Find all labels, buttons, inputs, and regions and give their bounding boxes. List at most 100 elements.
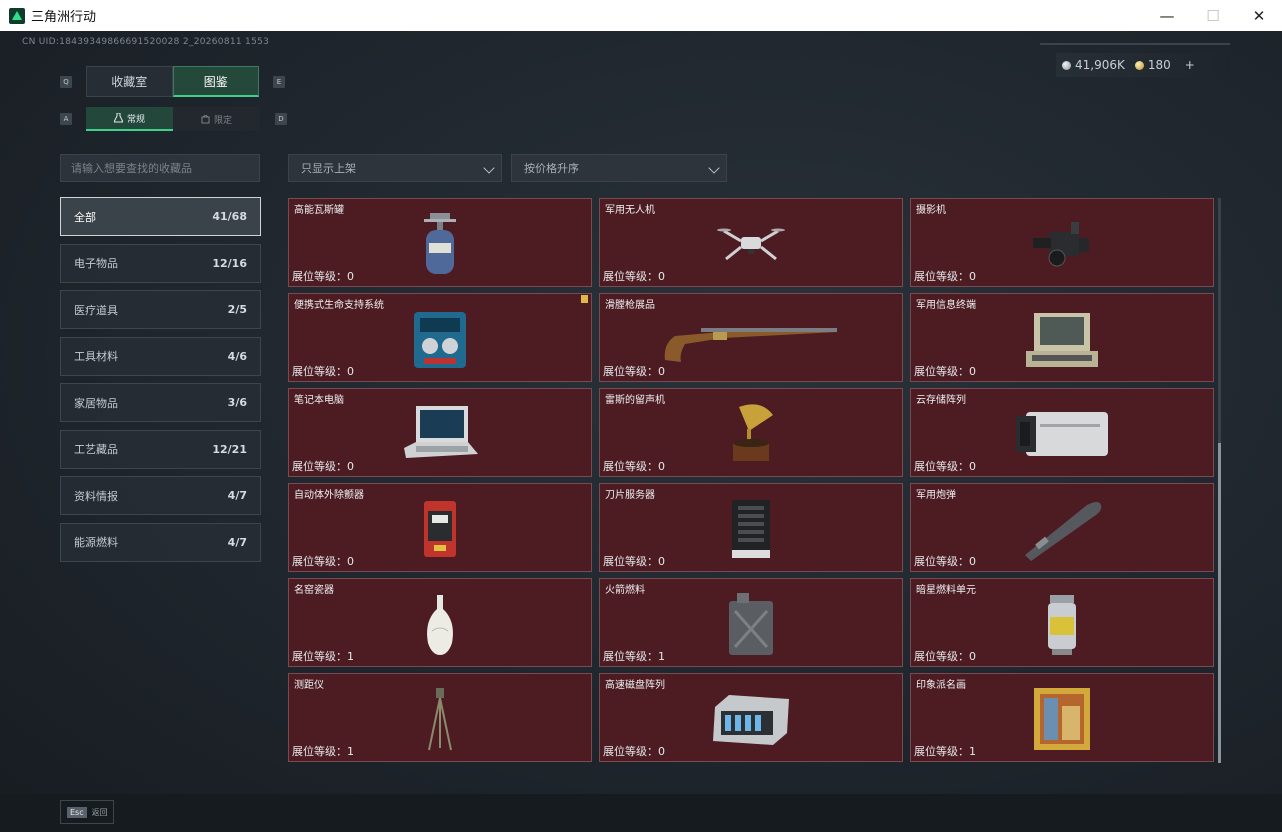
category-label: 能源燃料 — [74, 536, 118, 549]
category-intel[interactable]: 资料情报 4/7 — [60, 476, 261, 515]
category-medical[interactable]: 医疗道具 2/5 — [60, 290, 261, 329]
add-currency-button[interactable]: + — [1185, 58, 1195, 72]
item-name: 高能瓦斯罐 — [294, 205, 344, 216]
item-name: 笔记本电脑 — [294, 395, 344, 406]
item-level: 展位等级：0 — [603, 745, 665, 758]
item-name: 滑膛枪展品 — [605, 300, 655, 311]
item-card[interactable]: 高能瓦斯罐 展位等级：0 — [288, 198, 592, 287]
item-level: 展位等级：0 — [914, 650, 976, 663]
item-card[interactable]: 摄影机 展位等级：0 — [910, 198, 1214, 287]
gramophone-icon — [706, 399, 796, 469]
item-level: 展位等级：0 — [292, 460, 354, 473]
category-all[interactable]: 全部 41/68 — [60, 197, 261, 236]
item-card[interactable]: 自动体外除颤器 展位等级：0 — [288, 483, 592, 572]
item-name: 名窑瓷器 — [294, 585, 334, 596]
key-hint-a: A — [60, 113, 72, 125]
item-level: 展位等级：0 — [292, 555, 354, 568]
category-label: 家居物品 — [74, 396, 118, 410]
item-level: 展位等级：0 — [603, 460, 665, 473]
item-name: 刀片服务器 — [605, 490, 655, 501]
sub-tabs: 常规 限定 — [86, 107, 260, 131]
silver-coin-icon — [1062, 61, 1071, 70]
tab-regular[interactable]: 常规 — [86, 107, 173, 131]
sort-dropdown[interactable]: 按价格升序 — [511, 154, 727, 182]
gold-amount: 180 — [1147, 58, 1171, 72]
item-card[interactable]: 刀片服务器 展位等级：0 — [599, 483, 903, 572]
item-level: 展位等级：1 — [292, 745, 354, 758]
item-card[interactable]: 测距仪 展位等级：1 — [288, 673, 592, 762]
item-level: 展位等级：0 — [914, 460, 976, 473]
window-title: 三角洲行动 — [31, 10, 97, 25]
item-level: 展位等级：1 — [292, 650, 354, 663]
warning-badge-icon — [581, 295, 588, 303]
gold-currency: 180 — [1134, 58, 1171, 72]
item-level: 展位等级：0 — [914, 555, 976, 568]
category-count: 3/6 — [227, 396, 247, 409]
server-icon — [706, 494, 796, 564]
item-card[interactable]: 名窑瓷器 展位等级：1 — [288, 578, 592, 667]
item-name: 军用炮弹 — [916, 490, 956, 501]
category-count: 2/5 — [227, 303, 247, 316]
category-count: 4/6 — [227, 349, 247, 363]
life-support-icon — [395, 304, 485, 374]
item-card[interactable]: 军用炮弹 展位等级：0 — [910, 483, 1214, 572]
search-input[interactable] — [60, 154, 260, 182]
disk-array-icon — [706, 684, 796, 754]
scrollbar-thumb[interactable] — [1218, 443, 1221, 763]
item-card[interactable]: 军用信息终端 展位等级：0 — [910, 293, 1214, 382]
category-electronics[interactable]: 电子物品 12/16 — [60, 243, 261, 283]
item-card[interactable]: 笔记本电脑 展位等级：0 — [288, 388, 592, 477]
key-hint-q: Q — [60, 76, 72, 88]
app-logo-icon — [9, 7, 25, 24]
item-name: 高速磁盘阵列 — [605, 680, 665, 691]
item-card[interactable]: 火箭燃料 展位等级：1 — [599, 578, 903, 667]
rangefinder-icon — [395, 684, 485, 754]
item-card[interactable]: 云存储阵列 展位等级：0 — [910, 388, 1214, 477]
drone-icon — [706, 209, 796, 279]
tab-catalog[interactable]: 图鉴 — [172, 66, 259, 97]
item-level: 展位等级：0 — [914, 365, 976, 378]
item-card[interactable]: 暗星燃料单元 展位等级：0 — [910, 578, 1214, 667]
fuel-can-icon — [706, 589, 796, 659]
item-card[interactable]: 雷斯的留声机 展位等级：0 — [599, 388, 903, 477]
item-card[interactable]: 便携式生命支持系统 展位等级：0 — [288, 293, 592, 382]
category-crafts[interactable]: 工艺藏品 12/21 — [60, 429, 261, 469]
tab-collection-room[interactable]: 收藏室 — [86, 66, 173, 97]
category-count: 41/68 — [212, 210, 247, 223]
item-name: 摄影机 — [916, 205, 946, 216]
storage-array-icon — [1012, 399, 1112, 469]
flask-icon — [113, 113, 123, 123]
category-household[interactable]: 家居物品 3/6 — [60, 383, 261, 422]
shelf-filter-dropdown[interactable]: 只显示上架 — [288, 154, 502, 182]
item-name: 便携式生命支持系统 — [294, 300, 384, 311]
chevron-down-icon — [483, 162, 495, 174]
terminal-icon — [1017, 304, 1107, 374]
item-card[interactable]: 高速磁盘阵列 展位等级：0 — [599, 673, 903, 762]
item-card[interactable]: 军用无人机 展位等级：0 — [599, 198, 903, 287]
category-tools[interactable]: 工具材料 4/6 — [60, 336, 261, 376]
item-level: 展位等级：1 — [914, 745, 976, 758]
item-name: 军用信息终端 — [916, 300, 976, 311]
maximize-button[interactable]: ☐ — [1190, 0, 1236, 31]
tab-limited[interactable]: 限定 — [173, 107, 260, 131]
item-level: 展位等级：0 — [603, 365, 665, 378]
item-level: 展位等级：0 — [914, 270, 976, 283]
item-name: 测距仪 — [294, 680, 324, 691]
minimize-button[interactable]: — — [1144, 0, 1190, 31]
item-card[interactable]: 滑膛枪展品 展位等级：0 — [599, 293, 903, 382]
window-controls: — ☐ ✕ — [1144, 0, 1282, 31]
vase-icon — [395, 589, 485, 659]
category-list: 全部 41/68 电子物品 12/16 医疗道具 2/5 工具材料 4/6 家居物品 3/… — [60, 197, 261, 569]
category-label: 工艺藏品 — [74, 443, 118, 456]
item-level: 展位等级：1 — [603, 650, 665, 663]
item-name: 火箭燃料 — [605, 585, 645, 596]
key-hint-d: D — [275, 113, 287, 125]
item-level: 展位等级：0 — [603, 270, 665, 283]
game-viewport: CN UID:18439349866691520028 2_20260811 1… — [0, 31, 1282, 832]
grid-scrollbar[interactable] — [1218, 198, 1221, 763]
back-button[interactable]: Esc 返回 — [60, 800, 114, 824]
category-fuel[interactable]: 能源燃料 4/7 — [60, 522, 261, 562]
item-level: 展位等级：0 — [603, 555, 665, 568]
item-card[interactable]: 印象派名画 展位等级：1 — [910, 673, 1214, 762]
close-button[interactable]: ✕ — [1236, 0, 1282, 31]
